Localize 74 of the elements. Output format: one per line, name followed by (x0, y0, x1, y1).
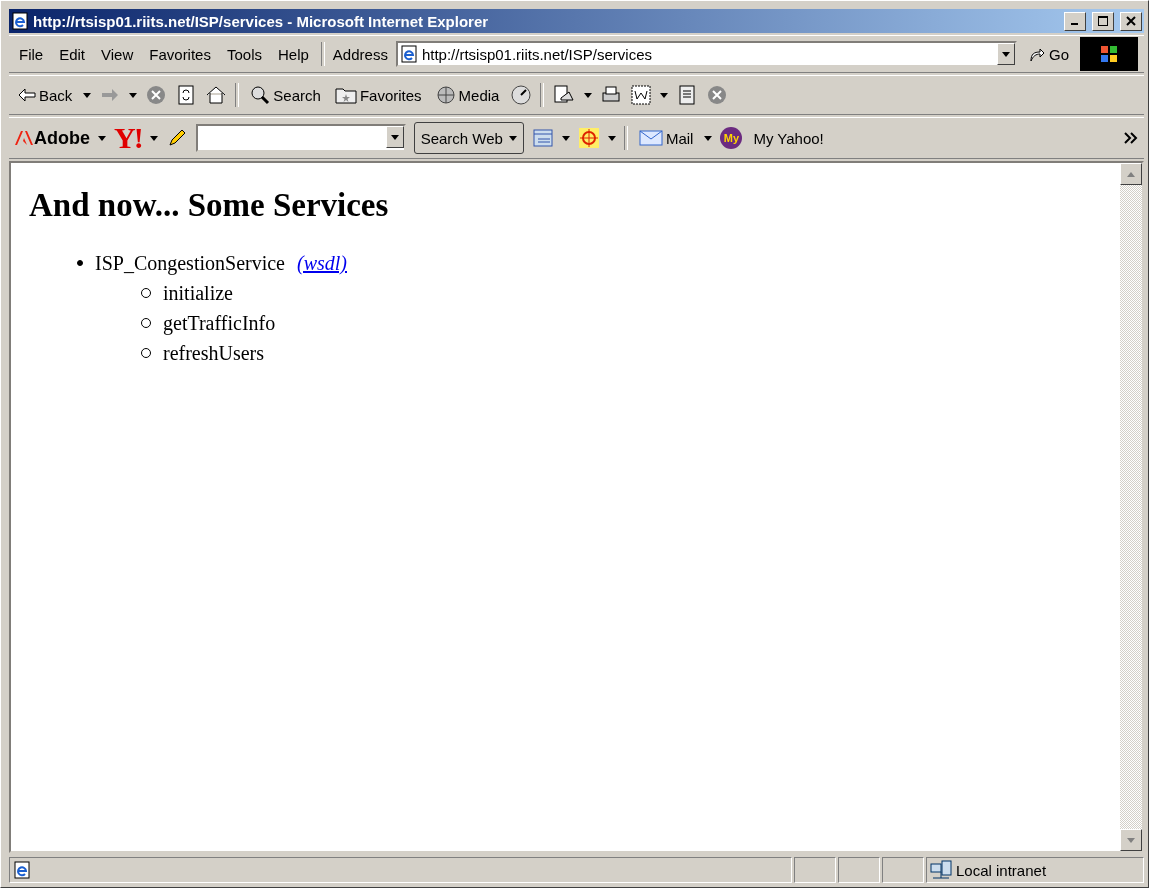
menu-item[interactable]: File (15, 43, 48, 65)
my-badge: My (720, 127, 743, 149)
adobe-logo[interactable]: Adobe (15, 127, 90, 149)
scrollbar[interactable] (1120, 163, 1142, 851)
favorites-button[interactable]: Favorites (331, 84, 425, 106)
envelope-icon (638, 130, 663, 146)
my-yahoo-link[interactable]: My Yahoo! (750, 127, 827, 149)
back-button[interactable]: Back (15, 84, 76, 106)
window-title: http://rtsisp01.riits.net/ISP/services - Microsoft Internet Explorer (33, 12, 490, 30)
chevron-icon[interactable] (1124, 132, 1138, 144)
caret-icon (607, 135, 616, 141)
browser-page-icon (399, 45, 418, 63)
down-arrow-icon (1127, 837, 1135, 843)
browser-page-icon (11, 12, 29, 30)
folder-star-icon (334, 86, 357, 104)
address-field[interactable]: http://rtsisp01.riits.net/ISP/services (395, 41, 1017, 67)
maximize-button[interactable] (1092, 11, 1114, 31)
browser-page-icon (13, 861, 31, 879)
status-panel (882, 857, 924, 883)
status-panel (794, 857, 836, 883)
status-panel (838, 857, 880, 883)
address-value: http://rtsisp01.riits.net/ISP/services (421, 45, 652, 63)
home-icon[interactable] (205, 84, 228, 106)
stop-icon[interactable] (145, 84, 168, 106)
address-label: Address (332, 45, 388, 63)
history-icon[interactable] (510, 84, 533, 106)
service-name: ISP_CongestionService (95, 251, 285, 277)
bullet-icon (77, 260, 83, 266)
caret-icon (98, 135, 106, 141)
menu-item[interactable]: Tools (222, 43, 266, 65)
edit-document-icon[interactable] (630, 84, 653, 106)
search-web-button[interactable]: Search Web (413, 122, 524, 154)
menu-item[interactable]: Help (274, 43, 313, 65)
media-button[interactable]: Media (432, 83, 503, 107)
caret-icon (704, 135, 713, 141)
page-heading: And now... Some Services (29, 187, 390, 224)
wsdl-link[interactable]: (wsdl) (297, 248, 347, 278)
mail-button[interactable]: Mail (635, 127, 697, 149)
caret-icon (584, 92, 593, 98)
up-arrow-icon (1127, 171, 1135, 177)
minimize-button[interactable] (1064, 11, 1086, 31)
caret-icon (149, 135, 158, 141)
search-field[interactable] (195, 124, 406, 152)
caret-icon (83, 92, 92, 98)
operation-name: refreshUsers (163, 341, 265, 366)
scroll-up-button[interactable] (1120, 163, 1142, 185)
caret-icon (660, 92, 669, 98)
back-arrow-icon (18, 88, 36, 102)
search-icon (250, 85, 271, 105)
target-icon[interactable] (577, 127, 600, 149)
menu-item[interactable]: Favorites (145, 43, 215, 65)
operation-name: getTrafficInfo (163, 311, 276, 337)
menu-item[interactable]: View (97, 43, 138, 65)
network-icon (930, 860, 952, 880)
globe-icon (435, 85, 456, 105)
caret-icon (1002, 51, 1010, 57)
close-circle-icon[interactable] (706, 84, 729, 106)
zone-label: Local intranet (956, 861, 1047, 879)
caret-icon (390, 134, 399, 140)
search-button[interactable]: Search (247, 83, 324, 107)
maximize-icon (1098, 16, 1108, 26)
close-icon (1126, 16, 1136, 26)
menu-item[interactable]: Edit (55, 43, 90, 65)
go-button[interactable]: Go (1025, 43, 1072, 65)
scroll-down-button[interactable] (1120, 829, 1142, 851)
dropdown-button[interactable] (385, 126, 404, 148)
caret-icon (129, 92, 138, 98)
caret-icon (561, 135, 570, 141)
windows-logo (1080, 37, 1138, 71)
dropdown-button[interactable] (997, 43, 1015, 65)
operation-name: initialize (163, 281, 233, 306)
caret-icon (508, 135, 517, 141)
mail-icon[interactable] (552, 84, 577, 106)
close-button[interactable] (1120, 11, 1142, 31)
